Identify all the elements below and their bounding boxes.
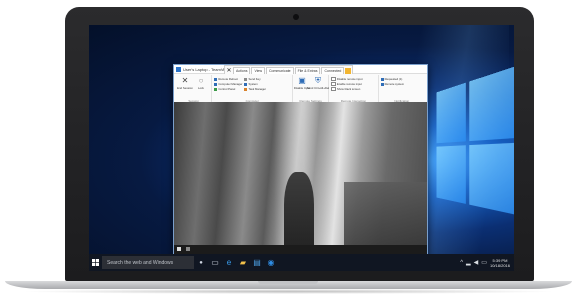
control-panel-button[interactable]: Control Panel	[214, 87, 242, 91]
task-manager-button[interactable]: Task Manager	[244, 87, 266, 91]
system-icon	[244, 82, 248, 86]
monitor-icon	[380, 82, 384, 86]
volume-icon[interactable]: ◀	[474, 259, 479, 266]
shield-icon: ⛨	[314, 76, 321, 85]
disable-remote-input-checkbox[interactable]: Disable remote input	[331, 76, 362, 82]
mouse-icon: ▣	[298, 76, 306, 85]
start-button[interactable]	[89, 254, 102, 271]
show-black-screen-checkbox[interactable]: Show black screen	[331, 86, 362, 92]
computer-icon	[214, 82, 218, 86]
laptop-shadow	[20, 289, 557, 294]
desktop-screen: User's Laptop - TeamViewer ✕ Actions Vie…	[89, 25, 514, 271]
remote-taskbar	[174, 245, 427, 254]
ribbon-group-remote-interaction: Disable remote input Enable remote input…	[329, 75, 379, 103]
remote-system-button[interactable]: Remote system	[380, 82, 404, 86]
checkbox-icon	[331, 76, 336, 82]
task-manager-icon	[244, 87, 248, 91]
requested-button[interactable]: Requested (1)	[380, 77, 404, 81]
pin-icon[interactable]	[345, 67, 352, 74]
windows-wallpaper-logo	[436, 64, 514, 248]
reboot-icon	[214, 77, 218, 81]
system-button[interactable]: System	[244, 82, 266, 86]
network-icon[interactable]: ▂	[466, 259, 471, 266]
remote-desktop-view[interactable]	[174, 102, 427, 254]
control-panel-icon	[214, 87, 218, 91]
close-icon: ✕	[181, 76, 189, 85]
notification-icon[interactable]: ▭	[481, 259, 487, 266]
webcam	[293, 14, 299, 20]
ribbon-group-remote-settings: ▣ Disable Input ⛨ Send Ctrl+Alt+Del Remo…	[293, 75, 330, 103]
remote-taskbar-app-icon[interactable]	[186, 247, 190, 251]
ribbon-group-notification: Requested (1) Remote system Notification	[379, 75, 425, 103]
mic-icon[interactable]: ●	[194, 254, 208, 271]
remote-reboot-button[interactable]: Remote Reboot	[214, 77, 242, 81]
send-key-button[interactable]: Send Key	[244, 77, 266, 81]
teamviewer-app-icon	[176, 66, 181, 72]
clock-time: 5:39 PM	[492, 257, 508, 263]
remote-start-icon[interactable]	[177, 247, 181, 251]
checkbox-icon	[331, 86, 336, 92]
windows-start-icon	[92, 259, 99, 266]
enable-remote-input-checkbox[interactable]: Enable remote input	[331, 81, 362, 87]
file-explorer-icon[interactable]: ▰	[236, 254, 250, 271]
bell-icon	[380, 77, 384, 81]
taskbar-search-box[interactable]: Search the web and Windows	[102, 256, 194, 269]
remote-session-window[interactable]: User's Laptop - TeamViewer ✕ Actions Vie…	[173, 64, 428, 264]
clock-date: 10/18/2016	[489, 262, 510, 268]
lock-icon: ○	[198, 76, 204, 85]
close-session-icon[interactable]: ✕	[226, 67, 232, 74]
teamviewer-taskbar-icon[interactable]: ◉	[264, 254, 278, 271]
keyboard-icon	[244, 77, 248, 81]
edge-icon[interactable]: e	[222, 254, 236, 271]
chevron-up-icon[interactable]: ^	[460, 260, 463, 266]
ribbon: ✕ End Session ○ Lock Session Remote Rebo…	[174, 74, 427, 105]
ribbon-group-computer: Remote Reboot Computer Manager Control P…	[212, 75, 293, 103]
task-view-icon[interactable]: ▭	[208, 254, 222, 271]
store-icon[interactable]: ▤	[250, 254, 264, 271]
ribbon-group-session: ✕ End Session ○ Lock Session	[176, 75, 213, 103]
computer-manager-button[interactable]: Computer Manager	[214, 82, 242, 86]
system-tray: ^ ▂ ◀ ▭ 5:39 PM 10/18/2016	[460, 258, 514, 268]
checkbox-icon	[331, 81, 336, 87]
taskbar-clock[interactable]: 5:39 PM 10/18/2016	[490, 258, 510, 268]
laptop-base-notch	[258, 281, 318, 284]
search-placeholder: Search the web and Windows	[107, 259, 174, 266]
taskbar: Search the web and Windows ● ▭ e ▰ ▤ ◉ ^…	[89, 254, 514, 271]
